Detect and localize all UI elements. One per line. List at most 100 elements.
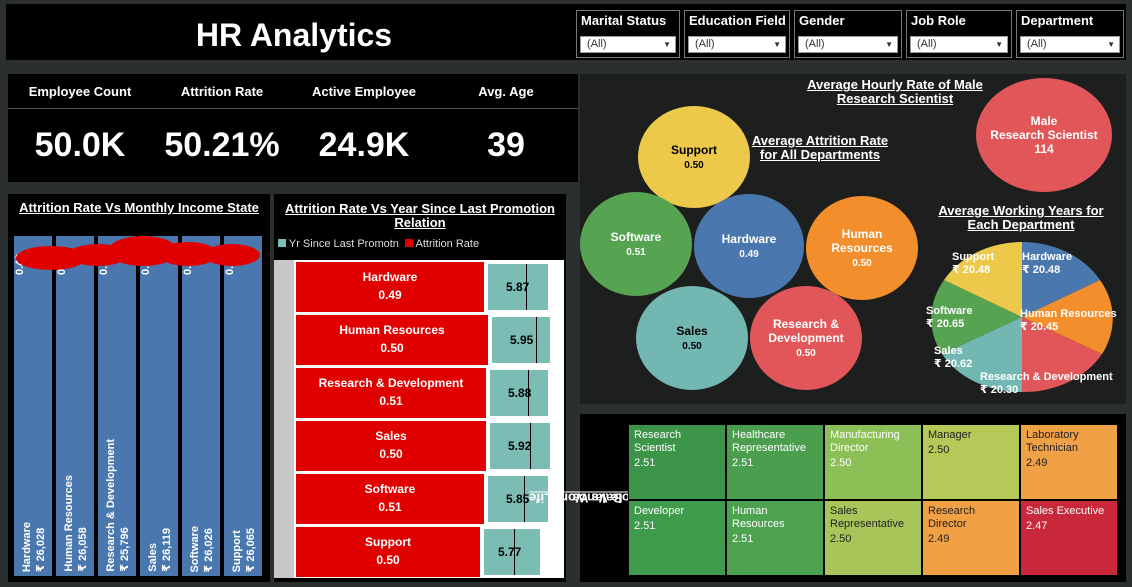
pie-label-human-resources: Human Resources ₹ 20.45 [1020,308,1117,333]
heatmap-cell[interactable]: Developer 2.51 [628,500,726,576]
select-value: (All) [917,38,937,50]
bubble-label: Research Scientist [990,128,1098,142]
working-years-title: Average Working Years for Each Department [938,203,1104,232]
pie-label-sales: Sales ₹ 20.62 [934,345,973,370]
filter-label: Education Field [689,13,786,28]
income-bar[interactable]: 0.50 Human Resources₹ 26,058 [56,236,94,576]
attrition-bar[interactable]: Research & Development 0.51 [296,368,488,418]
bar-category-label: Sales ₹ 26,119 [147,528,173,572]
bubble-support[interactable]: Support 0.50 [638,106,750,208]
promo-row[interactable]: Research & Development 0.51 5.88 [296,368,558,418]
income-bar[interactable]: 0.49 Hardware₹ 26,028 [14,236,52,576]
gender-select[interactable]: (All) ▼ [798,36,898,53]
education-field-select[interactable]: (All) ▼ [688,36,786,53]
filter-gender[interactable]: Gender (All) ▼ [794,10,902,58]
legend-label-red: Attrition Rate [415,238,480,250]
bubble-software[interactable]: Software 0.51 [580,192,692,296]
dropdown-arrow-icon[interactable]: ▼ [663,37,671,52]
bubble-value: 0.49 [739,249,759,260]
promo-row[interactable]: Hardware 0.49 5.87 [296,262,558,312]
attrition-bar[interactable]: Sales 0.50 [296,421,488,471]
job-role-select[interactable]: (All) ▼ [910,36,1008,53]
pie-label-support: Support ₹ 20.48 [952,251,995,276]
bar-category-label: Software ₹ 26,026 [189,525,215,572]
heatmap-cell[interactable]: Human Resources 2.51 [726,500,824,576]
filter-marital-status[interactable]: Marital Status (All) ▼ [576,10,680,58]
department-overview-panel: Average Hourly Rate of Male Research Scie… [580,74,1126,404]
heatmap-cell[interactable]: Healthcare Representative 2.51 [726,424,824,500]
hourly-rate-title: Average Hourly Rate of Male Research Scie… [807,77,983,106]
promo-row[interactable]: Software 0.51 5.85 [296,474,558,524]
income-bar[interactable]: 0.51 Software₹ 26,026 [182,236,220,576]
bubble-label: Research & Development [768,317,844,345]
kpi-avg-age-label: Avg. Age [478,84,534,99]
bubble-sales[interactable]: Sales 0.50 [636,286,748,390]
header-bar: HR Analytics Marital Status (All) ▼ Educa… [6,4,1126,60]
promo-legend: Yr Since Last Promotn Attrition Rate [278,238,479,250]
heatmap-cell[interactable]: Laboratory Technician 2.49 [1020,424,1118,500]
bubble-value: 0.50 [852,258,872,269]
bubble-research-development[interactable]: Research & Development 0.50 [750,286,862,390]
years-bar[interactable]: 5.95 [492,317,550,363]
bar-category-label: Hardware ₹ 26,028 [21,521,47,572]
kpi-employee-count-label: Employee Count [28,84,132,99]
promo-row[interactable]: Support 0.50 5.77 [296,527,558,577]
dropdown-arrow-icon[interactable]: ▼ [1107,37,1115,52]
kpi-active-employee-label: Active Employee [311,84,417,99]
bubble-value: 0.51 [626,247,646,258]
filter-education-field[interactable]: Education Field (All) ▼ [684,10,790,58]
legend-swatch-teal [278,239,286,247]
filter-job-role[interactable]: Job Role (All) ▼ [906,10,1012,58]
filter-department[interactable]: Department (All) ▼ [1016,10,1124,58]
red-scribble-mark [204,244,260,266]
income-chart-title: Attrition Rate Vs Monthly Income State [19,200,259,215]
promo-axis-strip [274,260,294,578]
heatmap-title: Job Role Vs Work Life Balance [528,490,666,506]
heatmap-cell[interactable]: Research Scientist 2.51 [628,424,726,500]
kpi-panel: Employee Count 50.0K Attrition Rate 50.2… [8,74,578,182]
attrition-bar[interactable]: Support 0.50 [296,527,482,577]
attrition-bar[interactable]: Human Resources 0.50 [296,315,490,365]
legend-label-teal: Yr Since Last Promotn [288,238,399,250]
years-bar[interactable]: 5.88 [490,370,548,416]
income-bar[interactable]: 0.51 Research & Development₹ 25,796 [98,236,136,576]
heatmap-cell[interactable]: Sales Executive 2.47 [1020,500,1118,576]
hourly-rate-bubble[interactable]: Male Research Scientist 114 [976,78,1112,192]
promotion-attrition-chart: Attrition Rate Vs Year Since Last Promot… [274,194,566,582]
promo-row[interactable]: Sales 0.50 5.92 [296,421,558,471]
filter-label: Job Role [911,13,966,28]
legend-swatch-red [405,239,414,247]
filter-label: Department [1021,13,1094,28]
pie-label-software: Software ₹ 20.65 [926,305,973,330]
select-value: (All) [805,38,825,50]
pie-label-research-development: Research & Development ₹ 20.30 [980,371,1113,396]
dropdown-arrow-icon[interactable]: ▼ [885,37,893,52]
dropdown-arrow-icon[interactable]: ▼ [773,37,781,52]
kpi-divider [8,108,578,109]
years-bar[interactable]: 5.92 [490,423,550,469]
dropdown-arrow-icon[interactable]: ▼ [995,37,1003,52]
heatmap-cell[interactable]: Manager 2.50 [922,424,1020,500]
bubble-hardware[interactable]: Hardware 0.49 [694,194,804,298]
kpi-attrition-rate-value: 50.21% [164,126,280,164]
heatmap-cell[interactable]: Manufacturing Director 2.50 [824,424,922,500]
department-select[interactable]: (All) ▼ [1020,36,1120,53]
bar-category-label: Human Resources ₹ 26,058 [63,475,89,572]
kpi-employee-count-value: 50.0K [34,126,126,164]
heatmap-cell[interactable]: Research Director 2.49 [922,500,1020,576]
attrition-bar[interactable]: Hardware 0.49 [296,262,486,312]
bubble-human-resources[interactable]: Human Resources 0.50 [806,196,918,300]
select-value: (All) [695,38,715,50]
bar-category-label: Support ₹ 26,065 [231,527,257,572]
heatmap-cell[interactable]: Sales Representative 2.50 [824,500,922,576]
income-bar[interactable]: 0.50 Sales₹ 26,119 [140,236,178,576]
bubble-label: Male [1030,114,1058,128]
pie-label-hardware: Hardware ₹ 20.48 [1022,251,1073,276]
years-bar[interactable]: 5.77 [484,529,540,575]
years-bar[interactable]: 5.87 [488,264,548,310]
promo-row[interactable]: Human Resources 0.50 5.95 [296,315,558,365]
income-bar[interactable]: 0.50 Support₹ 26,065 [224,236,262,576]
attrition-bar[interactable]: Software 0.51 [296,474,486,524]
bubble-value: 0.50 [682,341,702,352]
marital-status-select[interactable]: (All) ▼ [580,36,676,53]
